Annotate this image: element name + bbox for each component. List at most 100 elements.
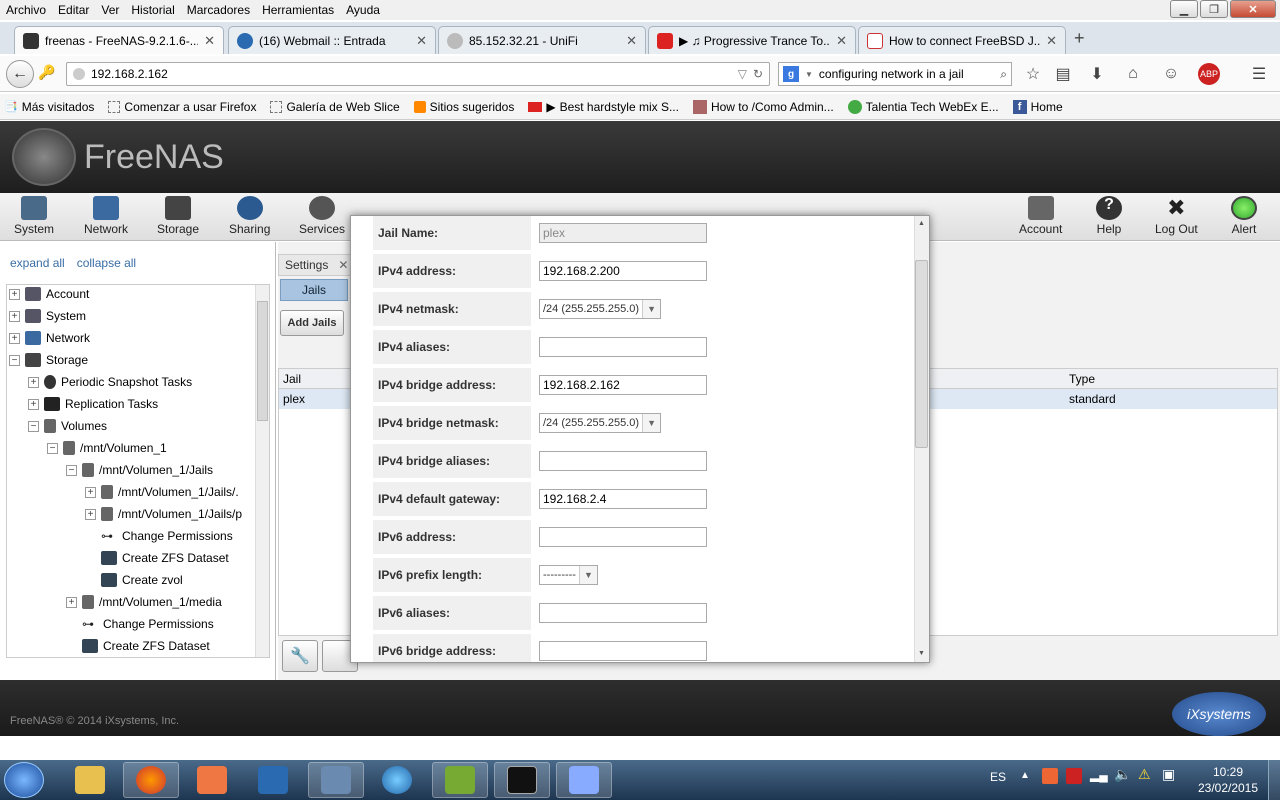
- download-icon[interactable]: ⬇: [1086, 63, 1108, 85]
- tree-node[interactable]: + System: [9, 307, 86, 325]
- ipv4-bridge-netmask-select[interactable]: /24 (255.255.255.0) ▼: [539, 413, 662, 433]
- taskbar-media[interactable]: [184, 762, 240, 798]
- ipv4-aliases-field[interactable]: [539, 337, 707, 357]
- tree-node[interactable]: ⊶ Change Permissions: [101, 527, 233, 545]
- bookmark-howto[interactable]: How to /Como Admin...: [692, 99, 834, 114]
- taskbar-explorer[interactable]: [62, 762, 118, 798]
- close-tab-icon[interactable]: ✕: [836, 33, 847, 49]
- ipv6-prefix-length-select[interactable]: --------- ▼: [539, 565, 598, 585]
- tree-node[interactable]: − /mnt/Volumen_1: [47, 439, 167, 457]
- tray-expand-icon[interactable]: ▲: [1020, 770, 1030, 781]
- expander-icon[interactable]: +: [85, 508, 96, 520]
- system-button[interactable]: System: [14, 196, 54, 236]
- tree-node[interactable]: + /mnt/Volumen_1/media: [66, 593, 222, 611]
- network-signal-icon[interactable]: ▂▄: [1090, 768, 1108, 782]
- chevron-down-icon[interactable]: ▼: [642, 300, 661, 318]
- menu-marcadores[interactable]: Marcadores: [181, 3, 256, 17]
- chevron-down-icon[interactable]: ▼: [642, 414, 661, 432]
- menu-ver[interactable]: Ver: [95, 3, 125, 17]
- home-icon[interactable]: ⌂: [1122, 63, 1144, 85]
- expander-icon[interactable]: −: [9, 354, 20, 366]
- scroll-up-icon[interactable]: ▲: [918, 220, 925, 227]
- close-tab-icon[interactable]: ✕: [1046, 33, 1057, 49]
- expander-icon[interactable]: +: [28, 376, 39, 388]
- taskbar-vsphere[interactable]: [432, 762, 488, 798]
- menu-archivo[interactable]: Archivo: [0, 3, 52, 17]
- ipv6-bridge-address-field[interactable]: [539, 641, 707, 661]
- expander-icon[interactable]: +: [85, 486, 96, 498]
- tree-node[interactable]: + Network: [9, 329, 90, 347]
- services-button[interactable]: Services: [299, 196, 345, 236]
- taskbar-outlook[interactable]: [245, 762, 301, 798]
- bookmark-hardstyle[interactable]: ▶ Best hardstyle mix S...: [528, 100, 679, 114]
- volume-icon[interactable]: 🔈: [1114, 766, 1131, 783]
- bookmark-comenzar[interactable]: Comenzar a usar Firefox: [108, 100, 256, 114]
- ipv4-bridge-address-field[interactable]: [539, 375, 707, 395]
- sharing-button[interactable]: Sharing: [229, 196, 270, 236]
- start-button[interactable]: [4, 762, 44, 798]
- tree-node[interactable]: − /mnt/Volumen_1/Jails: [66, 461, 213, 479]
- dropdown-arrow-icon[interactable]: ▽: [738, 67, 747, 81]
- tab-unifi[interactable]: 85.152.32.21 - UniFi ✕: [438, 26, 646, 54]
- bookmark-talentia[interactable]: Talentia Tech WebEx E...: [847, 99, 999, 114]
- show-desktop-button[interactable]: [1268, 760, 1280, 800]
- bookmark-galeria[interactable]: Galería de Web Slice: [270, 100, 400, 114]
- taskbar-rdp[interactable]: [308, 762, 364, 798]
- tree-node[interactable]: + Account: [9, 285, 89, 303]
- back-button[interactable]: ←: [6, 60, 34, 88]
- tree-node[interactable]: + Periodic Snapshot Tasks: [28, 373, 192, 391]
- new-tab-button[interactable]: +: [1074, 28, 1085, 49]
- add-jails-button[interactable]: Add Jails: [280, 310, 344, 336]
- alert-button[interactable]: Alert: [1231, 196, 1257, 236]
- tab-freebsd[interactable]: How to connect FreeBSD J... ✕: [858, 26, 1066, 54]
- tree-node[interactable]: + /mnt/Volumen_1/Jails/p: [85, 505, 242, 523]
- close-tab-icon[interactable]: ✕: [626, 33, 637, 49]
- expander-icon[interactable]: +: [66, 596, 77, 608]
- bookmark-home[interactable]: f Home: [1012, 99, 1063, 114]
- account-button[interactable]: Account: [1019, 196, 1062, 236]
- chevron-down-icon[interactable]: ▼: [805, 70, 813, 79]
- ipv4-netmask-select[interactable]: /24 (255.255.255.0) ▼: [539, 299, 662, 319]
- action-center-icon[interactable]: ▣: [1162, 766, 1175, 783]
- ipv4-address-field[interactable]: [539, 261, 707, 281]
- close-icon[interactable]: ✕: [338, 258, 348, 272]
- expander-icon[interactable]: +: [9, 332, 20, 344]
- column-header-type[interactable]: Type: [1069, 372, 1095, 386]
- menu-historial[interactable]: Historial: [125, 3, 180, 17]
- scroll-down-icon[interactable]: ▼: [918, 650, 925, 657]
- tree-node[interactable]: − Volumes: [28, 417, 107, 435]
- expander-icon[interactable]: −: [66, 464, 77, 476]
- logout-button[interactable]: ✖ Log Out: [1155, 196, 1198, 237]
- tree-node[interactable]: Create ZFS Dataset: [101, 549, 229, 567]
- expand-all-link[interactable]: expand all: [10, 256, 65, 270]
- tree-node[interactable]: − Storage: [9, 351, 88, 369]
- menu-ayuda[interactable]: Ayuda: [340, 3, 386, 17]
- close-tab-icon[interactable]: ✕: [416, 33, 427, 49]
- tab-youtube[interactable]: ▶ ♫ Progressive Trance To... ✕: [648, 26, 856, 54]
- tab-freenas[interactable]: freenas - FreeNAS-9.2.1.6-... ✕: [14, 26, 224, 54]
- expander-icon[interactable]: −: [47, 442, 58, 454]
- taskbar-firefox[interactable]: [123, 762, 179, 798]
- chevron-down-icon[interactable]: ▼: [578, 566, 597, 584]
- tray-app-icon[interactable]: [1042, 768, 1058, 784]
- expander-icon[interactable]: +: [9, 288, 20, 300]
- taskbar-putty[interactable]: [556, 762, 612, 798]
- tree-scrollbar[interactable]: [255, 285, 269, 657]
- ipv6-aliases-field[interactable]: [539, 603, 707, 623]
- warning-icon[interactable]: ⚠: [1138, 766, 1151, 783]
- search-icon[interactable]: ⌕: [1000, 67, 1007, 82]
- ipv4-default-gateway-field[interactable]: [539, 489, 707, 509]
- close-window-button[interactable]: ✕: [1230, 0, 1276, 18]
- tab-jails[interactable]: Jails: [280, 279, 348, 301]
- language-indicator[interactable]: ES: [990, 770, 1006, 784]
- tab-webmail[interactable]: (16) Webmail :: Entrada ✕: [228, 26, 436, 54]
- taskbar-clock[interactable]: 10:29 23/02/2015: [1196, 764, 1260, 796]
- wrench-button[interactable]: 🔧: [282, 640, 318, 672]
- collapse-all-link[interactable]: collapse all: [77, 256, 136, 270]
- tree-node[interactable]: + /mnt/Volumen_1/Jails/.: [85, 483, 239, 501]
- menu-icon[interactable]: ☰: [1248, 63, 1270, 85]
- adblock-icon[interactable]: ABP: [1198, 63, 1220, 85]
- star-bookmark-icon[interactable]: ☆: [1022, 63, 1044, 85]
- storage-button[interactable]: Storage: [157, 196, 199, 236]
- menu-herramientas[interactable]: Herramientas: [256, 3, 340, 17]
